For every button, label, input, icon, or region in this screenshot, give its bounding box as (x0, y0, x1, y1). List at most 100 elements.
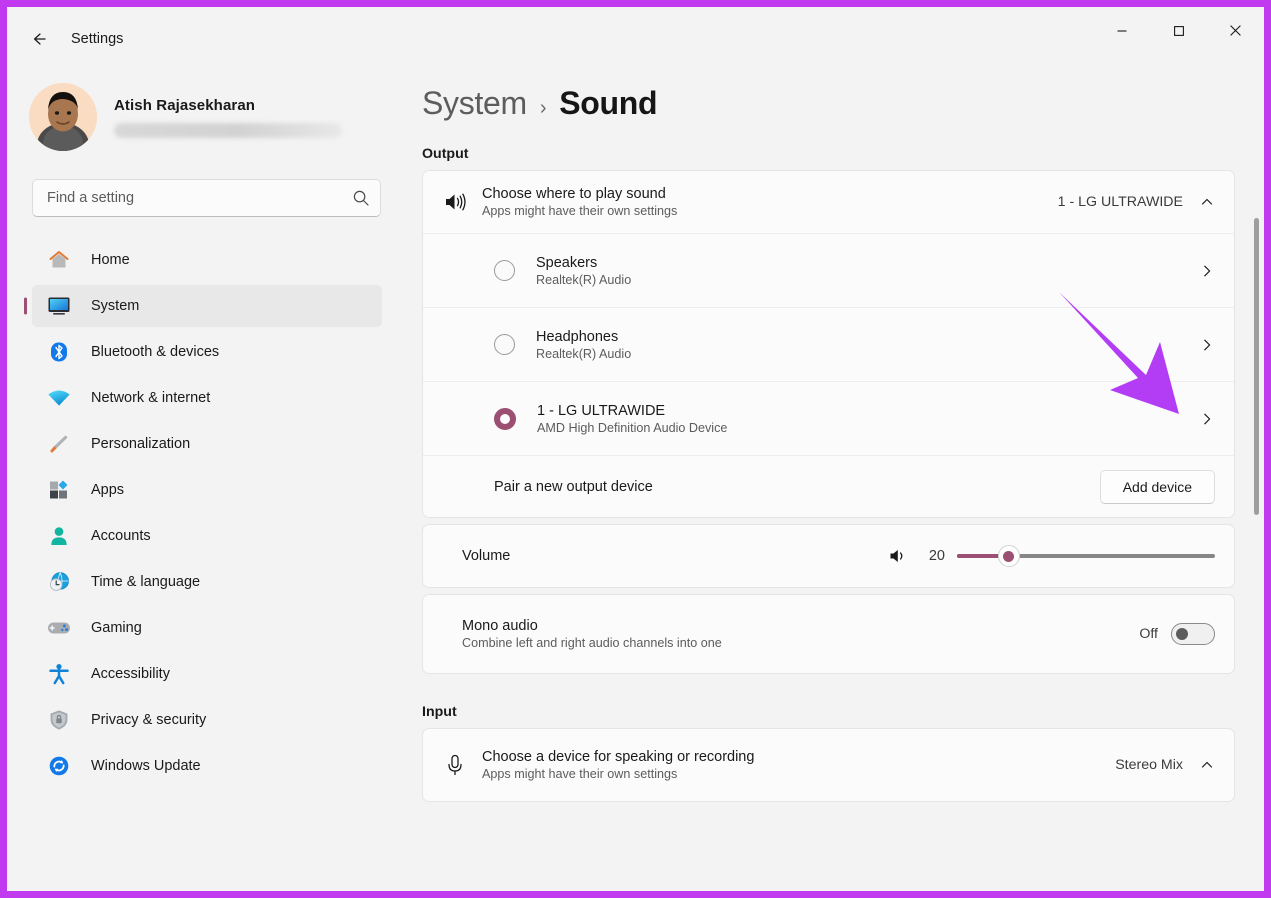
speaker-icon[interactable] (887, 545, 909, 567)
mono-audio-toggle[interactable] (1171, 623, 1215, 645)
breadcrumb-parent[interactable]: System (422, 85, 527, 122)
pair-output-label: Pair a new output device (494, 478, 653, 495)
choose-input-row[interactable]: Choose a device for speaking or recordin… (423, 729, 1234, 801)
sidebar-item-home[interactable]: Home (32, 239, 382, 281)
content-pane: System › Sound Output Choose where to pl… (400, 65, 1264, 891)
volume-row: Volume 20 (423, 525, 1234, 587)
profile-email-redacted (114, 122, 342, 138)
device-radio[interactable] (494, 334, 515, 355)
choose-output-title: Choose where to play sound (482, 186, 666, 202)
minimize-icon (1117, 29, 1126, 32)
gamepad-icon (46, 616, 72, 640)
paintbrush-icon (46, 432, 72, 456)
sidebar: Atish Rajasekharan Home System Bluetooth &… (7, 65, 400, 891)
output-section-label: Output (422, 146, 469, 162)
sidebar-item-accounts[interactable]: Accounts (32, 515, 382, 557)
output-device-row[interactable]: 1 - LG ULTRAWIDE AMD High Definition Audi… (423, 381, 1234, 455)
volume-slider[interactable] (957, 545, 1215, 567)
device-name: Speakers (536, 254, 598, 271)
person-icon (46, 524, 72, 548)
input-section-label: Input (422, 704, 457, 720)
chevron-right-icon[interactable] (1199, 411, 1215, 427)
sidebar-item-label: Windows Update (91, 758, 201, 774)
choose-output-row[interactable]: Choose where to play sound Apps might ha… (423, 171, 1234, 233)
chevron-up-icon[interactable] (1199, 194, 1215, 210)
back-arrow-icon (33, 33, 46, 45)
sidebar-item-gaming[interactable]: Gaming (32, 607, 382, 649)
update-sync-icon (46, 754, 72, 778)
choose-input-subtitle: Apps might have their own settings (482, 767, 678, 781)
mono-audio-state: Off (1139, 626, 1158, 642)
shield-icon (46, 708, 72, 732)
choose-input-title: Choose a device for speaking or recordin… (482, 749, 755, 765)
page-title: Sound (559, 85, 658, 121)
slider-thumb[interactable] (997, 545, 1020, 567)
output-device-card: Choose where to play sound Apps might ha… (422, 170, 1235, 518)
scrollbar-thumb[interactable] (1254, 218, 1259, 515)
sidebar-item-label: System (91, 298, 140, 314)
window-title: Settings (71, 31, 124, 47)
back-button[interactable] (19, 21, 59, 57)
sidebar-item-label: Bluetooth & devices (91, 344, 220, 360)
device-radio[interactable] (494, 260, 515, 281)
output-device-row[interactable]: Headphones Realtek(R) Audio (423, 307, 1234, 381)
sidebar-item-label: Personalization (91, 436, 191, 452)
sidebar-item-windows-update[interactable]: Windows Update (32, 745, 382, 787)
sidebar-item-system[interactable]: System (32, 285, 382, 327)
monitor-icon (46, 294, 72, 318)
chevron-right-icon[interactable] (1199, 337, 1215, 353)
chevron-right-icon[interactable] (1199, 263, 1215, 279)
sidebar-item-privacy-security[interactable]: Privacy & security (32, 699, 382, 741)
device-sub: Realtek(R) Audio (536, 346, 632, 361)
sidebar-item-label: Network & internet (91, 390, 211, 406)
pair-output-row: Pair a new output device Add device (423, 455, 1234, 517)
toggle-knob (1176, 628, 1188, 640)
maximize-button[interactable] (1150, 7, 1207, 54)
sidebar-item-label: Accessibility (91, 666, 170, 682)
search-icon (352, 189, 370, 207)
device-sub: Realtek(R) Audio (536, 272, 632, 287)
chevron-up-icon[interactable] (1199, 757, 1215, 773)
close-button[interactable] (1207, 7, 1264, 54)
sidebar-item-accessibility[interactable]: Accessibility (32, 653, 382, 695)
settings-window: Settings Atish Rajasekharan Find a setti… (7, 7, 1264, 891)
speaker-waves-icon (442, 189, 482, 215)
breadcrumb: System › Sound (422, 85, 1264, 122)
output-device-list: Speakers Realtek(R) Audio Headphones Realte… (423, 233, 1234, 455)
content-scrollbar[interactable] (1253, 160, 1260, 890)
mono-audio-row: Mono audio Combine left and right audio … (423, 595, 1234, 673)
sidebar-item-label: Apps (91, 482, 125, 498)
volume-value: 20 (928, 548, 945, 564)
sidebar-item-network-internet[interactable]: Network & internet (32, 377, 382, 419)
sidebar-item-label: Time & language (91, 574, 201, 590)
output-device-row[interactable]: Speakers Realtek(R) Audio (423, 233, 1234, 307)
sidebar-item-label: Home (91, 252, 130, 268)
sidebar-item-personalization[interactable]: Personalization (32, 423, 382, 465)
microphone-icon (442, 752, 482, 778)
input-device-card: Choose a device for speaking or recordin… (422, 728, 1235, 802)
volume-label: Volume (462, 548, 511, 564)
profile-name: Atish Rajasekharan (114, 96, 256, 114)
clock-globe-icon (46, 570, 72, 594)
sidebar-item-label: Accounts (91, 528, 151, 544)
avatar (29, 83, 97, 151)
sidebar-item-apps[interactable]: Apps (32, 469, 382, 511)
mono-audio-subtitle: Combine left and right audio channels in… (462, 636, 722, 650)
mono-audio-card: Mono audio Combine left and right audio … (422, 594, 1235, 674)
minimize-button[interactable] (1093, 7, 1150, 54)
sidebar-item-label: Gaming (91, 620, 142, 636)
sidebar-item-bluetooth-devices[interactable]: Bluetooth & devices (32, 331, 382, 373)
sidebar-nav: Home System Bluetooth & devices Network & i… (7, 239, 400, 787)
sidebar-item-time-language[interactable]: Time & language (32, 561, 382, 603)
choose-output-subtitle: Apps might have their own settings (482, 204, 678, 218)
title-bar: Settings (7, 7, 1264, 71)
choose-output-value: 1 - LG ULTRAWIDE (1057, 194, 1183, 210)
window-controls (1093, 7, 1264, 54)
add-device-button[interactable]: Add device (1099, 469, 1215, 504)
device-radio[interactable] (494, 407, 516, 430)
user-profile[interactable]: Atish Rajasekharan (7, 65, 400, 157)
volume-card: Volume 20 (422, 524, 1235, 588)
breadcrumb-separator: › (539, 97, 547, 119)
search-input[interactable] (47, 190, 352, 206)
search-box[interactable] (32, 179, 381, 217)
